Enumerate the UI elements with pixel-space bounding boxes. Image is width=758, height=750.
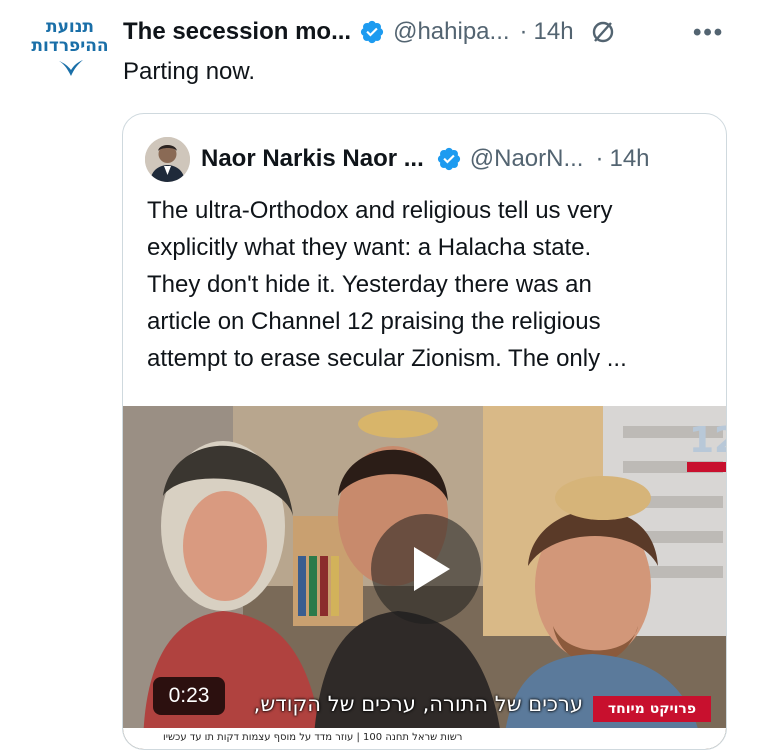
verified-badge-icon [437, 147, 460, 171]
account-avatar[interactable]: תנועת ההיפרדות [30, 18, 110, 84]
quoted-tweet[interactable]: Naor Narkis Naor ... @NaorN... · 14h The… [122, 113, 727, 750]
verified-badge-icon [360, 20, 384, 44]
quoted-text: The ultra-Orthodox and religious tell us… [147, 192, 717, 377]
avatar-logo-text: תנועת ההיפרדות [31, 17, 109, 56]
tweet[interactable]: תנועת ההיפרדות The secession mo... @hahi… [0, 0, 758, 750]
video-player[interactable]: 12 ערכים של התורה, ערכים של הקודש, פרויק… [123, 406, 726, 749]
timestamp[interactable]: 14h [534, 18, 574, 46]
tweet-text: Parting now. [123, 58, 256, 85]
quoted-handle[interactable]: @NaorN... [470, 145, 584, 173]
separator-dot: · [519, 18, 528, 45]
tweet-header: The secession mo... @hahipa... · 14h [123, 12, 616, 52]
quoted-avatar[interactable] [145, 137, 190, 182]
quoted-timestamp[interactable]: 14h [609, 145, 649, 173]
separator-dot: · [595, 145, 604, 172]
quoted-display-name[interactable]: Naor Narkis Naor ... [201, 145, 424, 173]
play-button[interactable] [371, 514, 481, 624]
quoted-text-line: explicitly what they want: a Halacha sta… [147, 234, 592, 261]
handle[interactable]: @hahipa... [393, 18, 509, 46]
person-avatar-icon [145, 137, 190, 182]
channel-logo-bar [687, 462, 726, 472]
replies-restricted-icon [592, 21, 613, 43]
channel-logo: 12 [689, 420, 726, 461]
quoted-text-line: attempt to erase secular Zionism. The on… [147, 345, 627, 372]
video-ticker: רשות שראל תחנה 100 | עוזר מדד על מוסף עצ… [123, 728, 726, 749]
video-duration: 0:23 [153, 677, 225, 715]
ticker-text: רשות שראל תחנה 100 | עוזר מדד על מוסף עצ… [163, 732, 463, 743]
video-tag: פרויקט מיוחד [593, 696, 711, 722]
quoted-text-line: They don't hide it. Yesterday there was … [147, 271, 592, 298]
display-name[interactable]: The secession mo... [123, 18, 351, 46]
quoted-text-line: article on Channel 12 praising the relig… [147, 308, 601, 335]
video-caption: ערכים של התורה, ערכים של הקודש, [253, 692, 583, 716]
quoted-text-line: The ultra-Orthodox and religious tell us… [147, 197, 613, 224]
bird-logo-icon [59, 60, 83, 76]
play-icon [414, 547, 450, 591]
quoted-header: Naor Narkis Naor ... @NaorN... · 14h [201, 141, 650, 177]
more-options-icon[interactable]: ••• [693, 19, 724, 47]
